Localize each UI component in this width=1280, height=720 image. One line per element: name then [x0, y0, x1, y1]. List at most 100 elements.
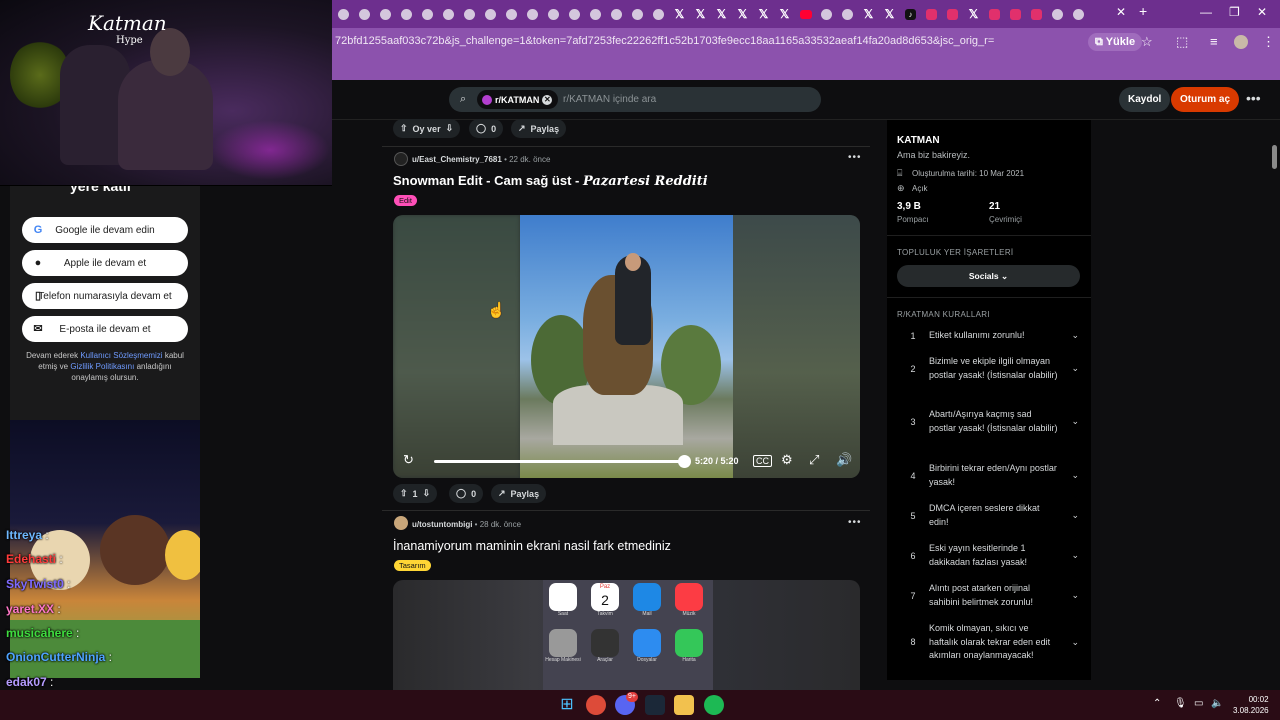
rule-item[interactable]: 4 Birbirini tekrar eden/Aynı postlar yasa…: [897, 462, 1080, 489]
upvote-icon[interactable]: ⇧: [400, 123, 408, 134]
signup-button[interactable]: Kaydol: [1119, 87, 1171, 112]
browser-tab[interactable]: [985, 4, 1004, 24]
browser-tab[interactable]: [439, 4, 458, 24]
email-signin-button[interactable]: ✉ E-posta ile devam et: [22, 316, 188, 342]
browser-tab[interactable]: 𝕏: [859, 4, 878, 24]
browser-tab[interactable]: [1048, 4, 1067, 24]
rule-item[interactable]: 6 Eski yayın kesitlerinde 1 dakikadan faz…: [897, 542, 1080, 569]
url-text[interactable]: 72bfd1255aaf033c72b&js_challenge=1&token…: [335, 35, 994, 47]
browser-tab[interactable]: [607, 4, 626, 24]
chip-remove-icon[interactable]: ✕: [542, 94, 553, 105]
browser-tab[interactable]: [796, 4, 815, 24]
settings-gear-icon[interactable]: ⚙: [781, 452, 793, 468]
browser-tab[interactable]: 𝕏: [670, 4, 689, 24]
browser-tab[interactable]: 𝕏: [754, 4, 773, 24]
chevron-down-icon[interactable]: ⌄: [1059, 330, 1079, 341]
captions-icon[interactable]: CC: [753, 455, 772, 467]
rule-item[interactable]: 2 Bizimle ve ekiple ilgili olmayan postla…: [897, 355, 1080, 382]
new-tab-icon[interactable]: +: [1139, 3, 1147, 19]
browser-tab[interactable]: [334, 4, 353, 24]
browser-tab[interactable]: [838, 4, 857, 24]
browser-tab[interactable]: 𝕏: [733, 4, 752, 24]
apple-signin-button[interactable]: ● Apple ile devam et: [22, 250, 188, 276]
microphone-icon[interactable]: 🎙: [1174, 698, 1187, 709]
chevron-down-icon[interactable]: ⌄: [1059, 510, 1079, 521]
browser-tab[interactable]: [481, 4, 500, 24]
browser-tab[interactable]: 𝕏: [691, 4, 710, 24]
browser-tab[interactable]: [943, 4, 962, 24]
browser-menu-icon[interactable]: ⋮: [1262, 34, 1275, 50]
upvote-icon[interactable]: ⇧: [400, 488, 408, 499]
phone-signin-button[interactable]: ▯ Telefon numarasıyla devam et: [22, 283, 188, 309]
browser-tab[interactable]: 𝕏: [880, 4, 899, 24]
community-search-chip[interactable]: r/KATMAN ✕: [477, 90, 559, 109]
comments-button[interactable]: ◯ 0: [449, 484, 484, 503]
spotify-icon[interactable]: [704, 695, 724, 715]
network-icon[interactable]: ▭: [1194, 698, 1203, 709]
comments-button[interactable]: ◯ 0: [469, 119, 504, 138]
post-flair[interactable]: Tasarım: [394, 560, 431, 571]
post-title[interactable]: İnanamiyorum maminin ekrani nasil fark e…: [393, 539, 671, 553]
vote-control[interactable]: ⇧ Oy ver ⇩: [393, 119, 461, 138]
browser-tab[interactable]: [355, 4, 374, 24]
share-button[interactable]: ↗ Paylaş: [511, 119, 567, 138]
video-player[interactable]: [393, 215, 860, 478]
media-control-icon[interactable]: ≡: [1210, 34, 1218, 49]
windows-start-icon[interactable]: ⊞: [557, 695, 577, 715]
downvote-icon[interactable]: ⇩: [423, 488, 431, 499]
browser-tab[interactable]: [649, 4, 668, 24]
rule-item[interactable]: 5 DMCA içeren seslere dikkat edin! ⌄: [897, 502, 1080, 529]
browser-tab[interactable]: [1027, 4, 1046, 24]
privacy-policy-link[interactable]: Gizlilik Politikasını: [70, 362, 134, 371]
downvote-icon[interactable]: ⇩: [446, 123, 454, 134]
search-input[interactable]: r/KATMAN içinde ara: [563, 94, 656, 105]
post-flair[interactable]: Edit: [394, 195, 417, 206]
chevron-down-icon[interactable]: ⌄: [1059, 470, 1079, 481]
browser-tab[interactable]: [628, 4, 647, 24]
browser-tab[interactable]: [523, 4, 542, 24]
rule-item[interactable]: 7 Alıntı post atarken orijinal sahibini b…: [897, 582, 1080, 609]
post-options-icon[interactable]: •••: [848, 517, 862, 528]
rule-item[interactable]: 3 Abartı/Aşırıya kaçmış sad postlar yasak…: [897, 408, 1080, 435]
user-avatar[interactable]: [394, 152, 408, 166]
browser-tab[interactable]: [460, 4, 479, 24]
login-button[interactable]: Oturum aç: [1171, 87, 1240, 112]
volume-icon[interactable]: 🔊: [836, 452, 852, 468]
google-signin-button[interactable]: G Google ile devam edin: [22, 217, 188, 243]
extensions-icon[interactable]: ⬚: [1176, 34, 1188, 50]
chevron-down-icon[interactable]: ⌄: [1059, 637, 1079, 648]
browser-tab[interactable]: [1006, 4, 1025, 24]
browser-tab[interactable]: [502, 4, 521, 24]
bookmark-star-icon[interactable]: ☆: [1141, 34, 1153, 50]
rule-item[interactable]: 1 Etiket kullanımı zorunlu! ⌄: [897, 329, 1080, 343]
browser-tab[interactable]: 𝕏: [964, 4, 983, 24]
chrome-icon[interactable]: [586, 695, 606, 715]
more-options-icon[interactable]: •••: [1246, 90, 1261, 106]
browser-tab[interactable]: [922, 4, 941, 24]
chevron-down-icon[interactable]: ⌄: [1059, 550, 1079, 561]
tab-close-icon[interactable]: ✕: [1116, 5, 1126, 19]
socials-dropdown[interactable]: Socials ⌄: [897, 265, 1080, 287]
browser-tab[interactable]: ♪: [901, 4, 920, 24]
browser-tab[interactable]: [418, 4, 437, 24]
replay-icon[interactable]: ↻: [403, 452, 414, 468]
post-author[interactable]: u/tostuntombigi: [412, 520, 472, 529]
browser-tab[interactable]: [1069, 4, 1088, 24]
browser-tab[interactable]: [544, 4, 563, 24]
vote-control[interactable]: ⇧ 1 ⇩: [393, 484, 438, 503]
system-clock[interactable]: 00:02 3.08.2026: [1233, 694, 1269, 716]
user-agreement-link[interactable]: Kullanıcı Sözleşmemizi: [80, 351, 162, 360]
browser-tab[interactable]: 𝕏: [775, 4, 794, 24]
steam-icon[interactable]: [645, 695, 665, 715]
post-options-icon[interactable]: •••: [848, 152, 862, 163]
rule-item[interactable]: 8 Komik olmayan, sıkıcı ve haftalık olara…: [897, 622, 1080, 663]
browser-tab[interactable]: [565, 4, 584, 24]
share-button[interactable]: ↗ Paylaş: [491, 484, 547, 503]
chevron-down-icon[interactable]: ⌄: [1059, 416, 1079, 427]
tray-overflow-icon[interactable]: ⌃: [1153, 698, 1161, 709]
browser-tab[interactable]: [397, 4, 416, 24]
page-scrollbar[interactable]: [1272, 145, 1277, 169]
video-scrubber[interactable]: [678, 455, 691, 468]
install-app-button[interactable]: ⧉ Yükle: [1088, 33, 1143, 51]
window-close-icon[interactable]: ✕: [1257, 5, 1267, 19]
